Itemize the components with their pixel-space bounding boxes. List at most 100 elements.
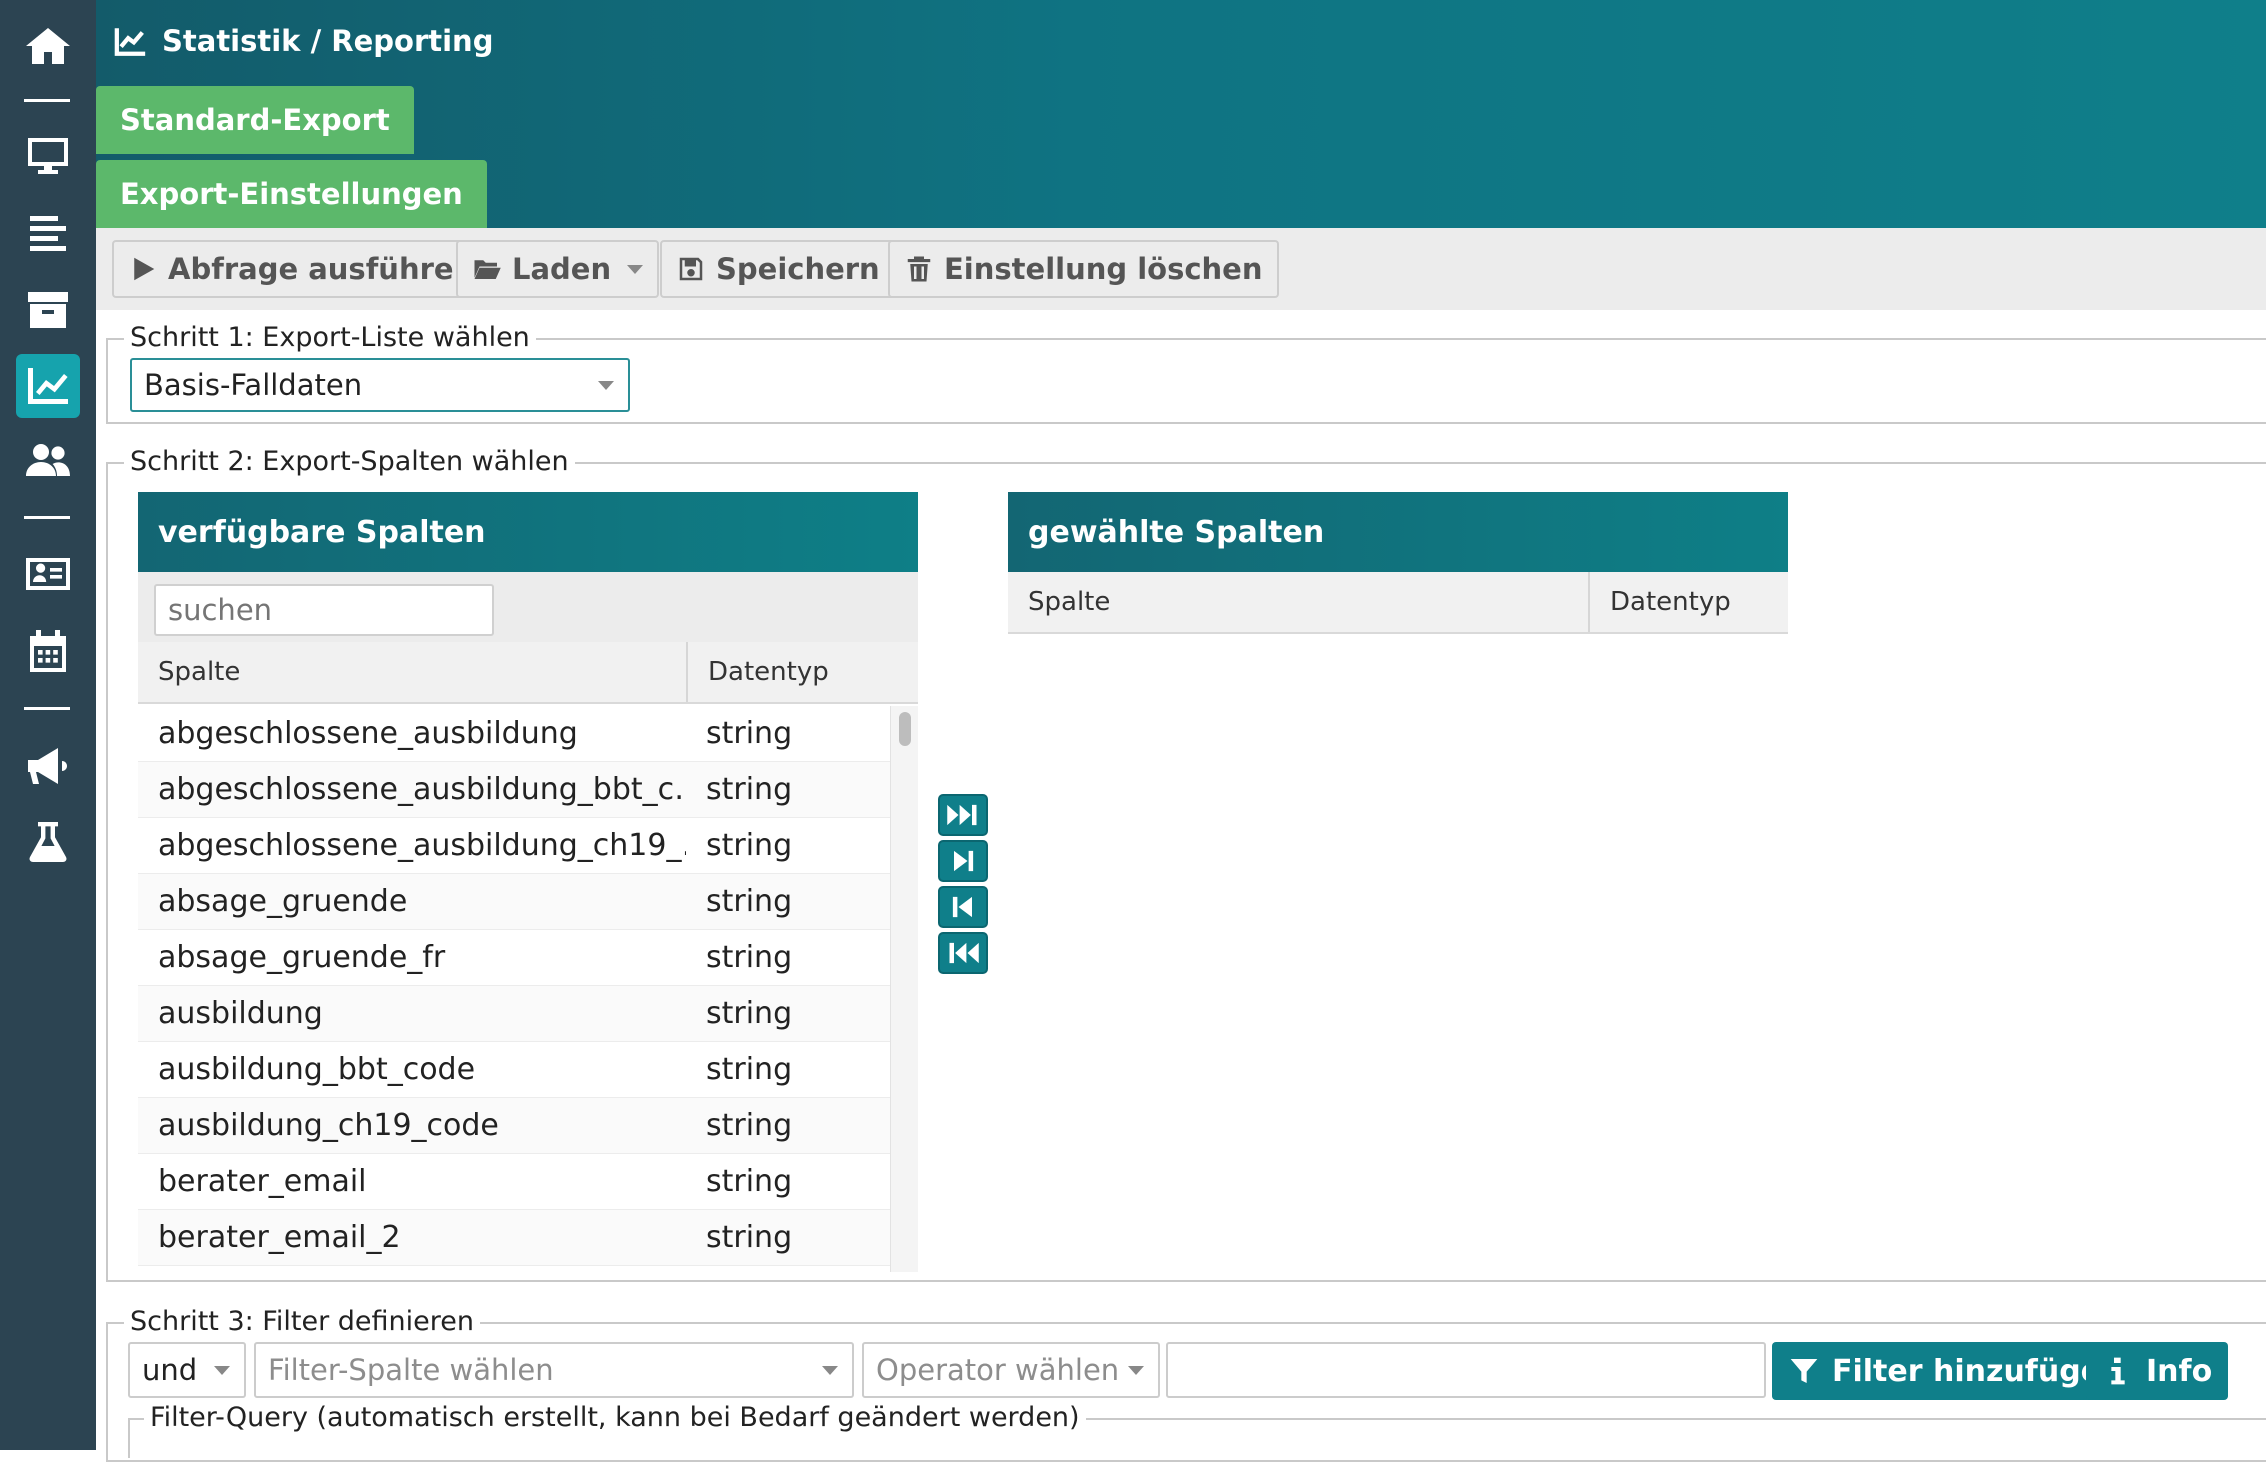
desktop-icon[interactable]	[16, 124, 80, 188]
table-row[interactable]: abgeschlossene_ausbildung_ch19_… string	[138, 818, 890, 874]
move-left-button[interactable]	[938, 886, 988, 928]
delete-setting-button[interactable]: Einstellung löschen	[888, 240, 1279, 298]
step2-legend: Schritt 2: Export-Spalten wählen	[124, 444, 575, 480]
folder-open-icon	[474, 260, 501, 279]
selected-columns-title: gewählte Spalten	[1008, 492, 1788, 572]
available-columns-panel: verfügbare Spalten Spalte Datentyp abges…	[138, 492, 918, 1272]
column-type-cell: string	[706, 1164, 793, 1199]
save-icon	[679, 257, 703, 281]
home-icon[interactable]	[16, 14, 80, 78]
table-row[interactable]: berater_email_2 string	[138, 1210, 890, 1266]
align-left-icon[interactable]	[16, 200, 80, 264]
load-dropdown-button[interactable]: Laden	[456, 240, 660, 298]
column-name-cell: ausbildung_ch19_code	[158, 1108, 499, 1143]
chevron-down-icon	[598, 381, 614, 390]
column-name-cell: ausbildung	[158, 996, 323, 1031]
column-name-cell: berater_email_2	[158, 1220, 401, 1255]
filter-query-legend: Filter-Query (automatisch erstellt, kann…	[144, 1400, 1086, 1436]
table-row[interactable]: ausbildung_bbt_code string	[138, 1042, 890, 1098]
filter-column-select[interactable]: Filter-Spalte wählen	[254, 1342, 854, 1398]
chevron-down-icon	[1128, 1366, 1144, 1375]
search-bar	[138, 572, 918, 642]
col-header-spalte[interactable]: Spalte	[1008, 572, 1588, 632]
col-header-datentyp[interactable]: Datentyp	[1588, 572, 1788, 632]
column-type-cell: string	[706, 828, 793, 863]
export-list-value: Basis-Falldaten	[144, 368, 363, 402]
column-name-cell: abgeschlossene_ausbildung_bbt_c…	[158, 772, 686, 807]
page-title-text: Statistik / Reporting	[162, 24, 494, 58]
users-icon[interactable]	[16, 428, 80, 492]
column-type-cell: string	[706, 1052, 793, 1087]
trash-icon	[907, 256, 931, 282]
table-row[interactable]: ausbildung string	[138, 986, 890, 1042]
step3-legend: Schritt 3: Filter definieren	[124, 1304, 480, 1340]
save-button[interactable]: Speichern	[660, 240, 896, 298]
table-row[interactable]: berater_email string	[138, 1154, 890, 1210]
selected-columns-header: Spalte Datentyp	[1008, 572, 1788, 634]
id-card-icon[interactable]	[16, 542, 80, 606]
chevron-down-icon	[822, 1366, 838, 1375]
available-columns-list: abgeschlossene_ausbildung string abgeschlo…	[138, 706, 890, 1272]
toolbar: Abfrage ausführen Laden Speichern Einste…	[96, 228, 2266, 310]
column-name-cell: ausbildung_bbt_code	[158, 1052, 476, 1087]
step1-legend: Schritt 1: Export-Liste wählen	[124, 320, 536, 356]
column-type-cell: string	[706, 1220, 793, 1255]
table-row[interactable]: absage_gruende_fr string	[138, 930, 890, 986]
col-header-spalte[interactable]: Spalte	[138, 642, 686, 702]
step-forward-icon	[954, 850, 974, 872]
column-name-cell: berater_email	[158, 1164, 367, 1199]
step1-fieldset: Schritt 1: Export-Liste wählen Basis-Fal…	[106, 320, 2266, 424]
scrollbar[interactable]	[890, 706, 918, 1272]
load-label: Laden	[512, 252, 612, 286]
chevron-down-icon	[627, 264, 644, 274]
column-search-input[interactable]	[154, 584, 494, 636]
available-columns-header: Spalte Datentyp	[138, 642, 918, 704]
fast-forward-icon	[947, 804, 977, 826]
logic-operator-select[interactable]: und	[128, 1342, 246, 1398]
sidebar-divider	[24, 707, 70, 710]
chart-line-icon[interactable]	[16, 354, 80, 418]
column-type-cell: string	[706, 996, 793, 1031]
available-columns-title: verfügbare Spalten	[138, 492, 918, 572]
column-type-cell: string	[706, 772, 793, 807]
column-name-cell: absage_gruende	[158, 884, 408, 919]
table-row[interactable]: absage_gruende string	[138, 874, 890, 930]
archive-icon[interactable]	[16, 278, 80, 342]
tab-export-einstellungen[interactable]: Export-Einstellungen	[96, 160, 487, 228]
sidebar-divider	[24, 99, 70, 102]
logic-operator-value: und	[142, 1353, 198, 1387]
filter-value-input[interactable]	[1166, 1342, 1766, 1398]
info-icon	[2111, 1357, 2125, 1385]
operator-select[interactable]: Operator wählen	[862, 1342, 1160, 1398]
header: Statistik / Reporting Standard-Export Ex…	[96, 0, 2266, 228]
add-filter-button[interactable]: Filter hinzufügen	[1772, 1342, 2139, 1400]
run-query-button[interactable]: Abfrage ausführen	[112, 240, 491, 298]
delete-setting-label: Einstellung löschen	[944, 252, 1263, 286]
info-button[interactable]: Info	[2086, 1342, 2229, 1400]
megaphone-icon[interactable]	[16, 734, 80, 798]
tab-standard-export[interactable]: Standard-Export	[96, 86, 414, 154]
table-row[interactable]: ausbildung_ch19_code string	[138, 1098, 890, 1154]
save-label: Speichern	[716, 252, 880, 286]
column-name-cell: abgeschlossene_ausbildung_ch19_…	[158, 828, 686, 863]
move-all-right-button[interactable]	[938, 794, 988, 836]
chevron-down-icon	[214, 1366, 230, 1375]
step-backward-icon	[952, 896, 972, 918]
filter-query-fieldset: Filter-Query (automatisch erstellt, kann…	[128, 1400, 2266, 1458]
export-list-select[interactable]: Basis-Falldaten	[130, 358, 630, 412]
col-header-datentyp[interactable]: Datentyp	[686, 642, 918, 702]
flask-icon[interactable]	[16, 810, 80, 874]
add-filter-label: Filter hinzufügen	[1832, 1353, 2123, 1389]
table-row[interactable]: abgeschlossene_ausbildung string	[138, 706, 890, 762]
sidebar-divider	[24, 516, 70, 519]
page-title: Statistik / Reporting	[114, 18, 493, 64]
selected-columns-panel: gewählte Spalten Spalte Datentyp	[1008, 492, 1788, 636]
filter-column-placeholder: Filter-Spalte wählen	[268, 1353, 554, 1387]
run-query-label: Abfrage ausführen	[168, 252, 475, 286]
move-all-left-button[interactable]	[938, 932, 988, 974]
column-type-cell: string	[706, 716, 793, 751]
scrollbar-thumb[interactable]	[899, 712, 911, 746]
calendar-icon[interactable]	[16, 620, 80, 684]
table-row[interactable]: abgeschlossene_ausbildung_bbt_c… string	[138, 762, 890, 818]
move-right-button[interactable]	[938, 840, 988, 882]
